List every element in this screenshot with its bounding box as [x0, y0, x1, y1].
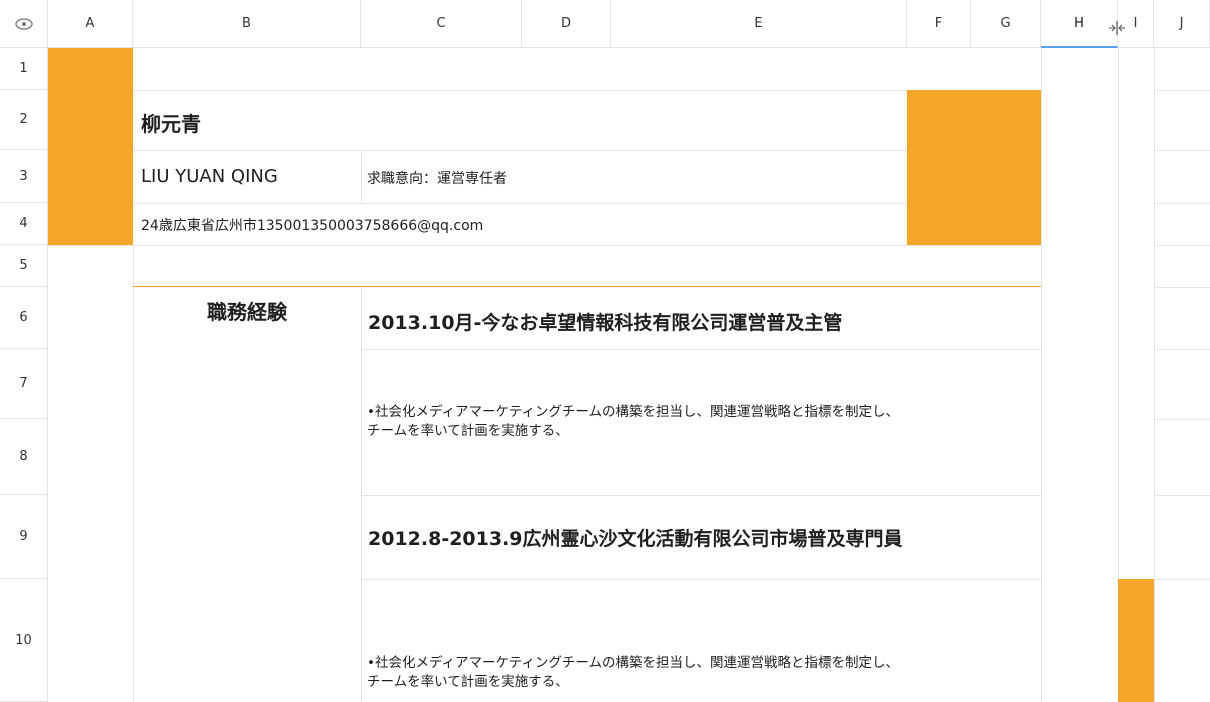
job-1-description-line-2: チームを率いて計画を実施する、 [367, 423, 569, 439]
job-2-description-line-2: チームを率いて計画を実施する、 [367, 674, 569, 690]
job-1-title-cell[interactable]: 2013.10月-今なお卓望情報科技有限公司運営普及主管 [368, 308, 842, 335]
job-intention-cell[interactable]: 求職意向：運営専任者 [367, 168, 507, 188]
row-header-2[interactable]: 2 [0, 90, 48, 150]
row-header-4[interactable]: 4 [0, 203, 48, 245]
column-header-j[interactable]: J [1154, 0, 1210, 48]
orange-accent-block-bottom [1118, 579, 1154, 702]
personal-info-cell[interactable]: 24歳広東省広州市135001350003758666@qq.com [141, 215, 483, 235]
orange-accent-block-left [48, 48, 133, 245]
row-header-6[interactable]: 6 [0, 287, 48, 349]
row-header-8[interactable]: 8 [0, 419, 48, 495]
column-header-c[interactable]: C [361, 0, 522, 48]
job-2-description-line-1: •社会化メディアマーケティングチームの構築を担当し、関連運営戦略と指標を制定し、 [367, 655, 900, 671]
section-title-cell[interactable]: 職務経験 [133, 296, 361, 325]
select-all-eye-icon[interactable] [0, 0, 48, 48]
row-header-7[interactable]: 7 [0, 349, 48, 419]
column-header-a[interactable]: A [48, 0, 133, 48]
job-1-description-line-1: •社会化メディアマーケティングチームの構築を担当し、関連運営戦略と指標を制定し、 [367, 404, 900, 420]
name-cell[interactable]: 柳元青 [141, 108, 201, 137]
name-romaji-cell[interactable]: LIU YUAN QING [141, 166, 278, 187]
row-header-10[interactable]: 10 [0, 579, 48, 702]
column-header-e[interactable]: E [611, 0, 907, 48]
row-header-5[interactable]: 5 [0, 245, 48, 287]
row-header-9[interactable]: 9 [0, 495, 48, 579]
job-2-description-cell[interactable]: •社会化メディアマーケティングチームの構築を担当し、関連運営戦略と指標を制定し、… [367, 654, 899, 692]
column-header-d[interactable]: D [522, 0, 611, 48]
column-header-b[interactable]: B [133, 0, 361, 48]
row-header-1[interactable]: 1 [0, 48, 48, 90]
job-2-title-cell[interactable]: 2012.8-2013.9広州霊心沙文化活動有限公司市場普及専門員 [368, 524, 903, 551]
column-header-f[interactable]: F [907, 0, 971, 48]
job-1-description-cell[interactable]: •社会化メディアマーケティングチームの構築を担当し、関連運営戦略と指標を制定し、… [367, 403, 899, 441]
column-header-g[interactable]: G [971, 0, 1041, 48]
row-header-3[interactable]: 3 [0, 150, 48, 203]
photo-placeholder-block [907, 90, 1041, 245]
column-resize-handle-icon[interactable] [1106, 20, 1128, 36]
